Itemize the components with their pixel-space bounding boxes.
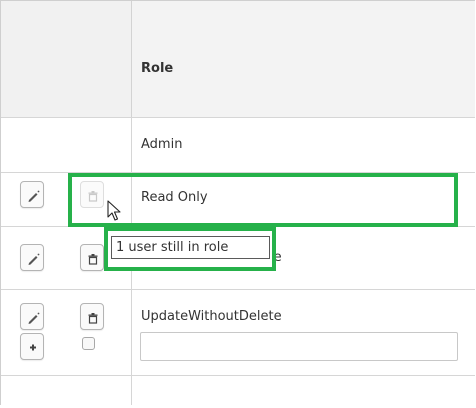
pencil-icon	[28, 312, 40, 324]
tooltip-text: 1 user still in role	[116, 240, 229, 255]
edit-button-update-without-delete-2[interactable]	[20, 303, 44, 330]
row-divider	[1, 375, 475, 376]
delete-button-update-without-delete-2[interactable]	[80, 303, 104, 330]
add-role-button[interactable]	[20, 333, 44, 360]
edit-button-read-only[interactable]	[20, 181, 44, 208]
role-column-header[interactable]: Role	[131, 1, 475, 118]
pencil-icon	[28, 253, 40, 265]
role-cell-update-without-delete-2: UpdateWithoutDelete	[141, 309, 282, 324]
row-divider	[1, 117, 475, 118]
plus-icon	[30, 344, 36, 351]
delete-button-update-without-delete[interactable]	[80, 244, 104, 271]
delete-disabled-tooltip: 1 user still in role	[104, 227, 276, 271]
mouse-pointer-icon	[107, 200, 121, 221]
read-only-row-highlight	[68, 173, 458, 227]
pencil-icon	[28, 190, 40, 202]
tooltip-box: 1 user still in role	[111, 236, 270, 259]
actions-column-header	[1, 1, 131, 118]
trash-icon	[88, 254, 98, 265]
edit-button-update-without-delete[interactable]	[20, 244, 44, 271]
new-role-checkbox[interactable]	[82, 337, 95, 350]
row-divider	[1, 289, 475, 290]
role-column-header-label: Role	[141, 61, 174, 76]
trash-icon	[88, 313, 98, 324]
role-cell-admin: Admin	[141, 137, 183, 152]
new-role-input[interactable]	[140, 332, 458, 361]
